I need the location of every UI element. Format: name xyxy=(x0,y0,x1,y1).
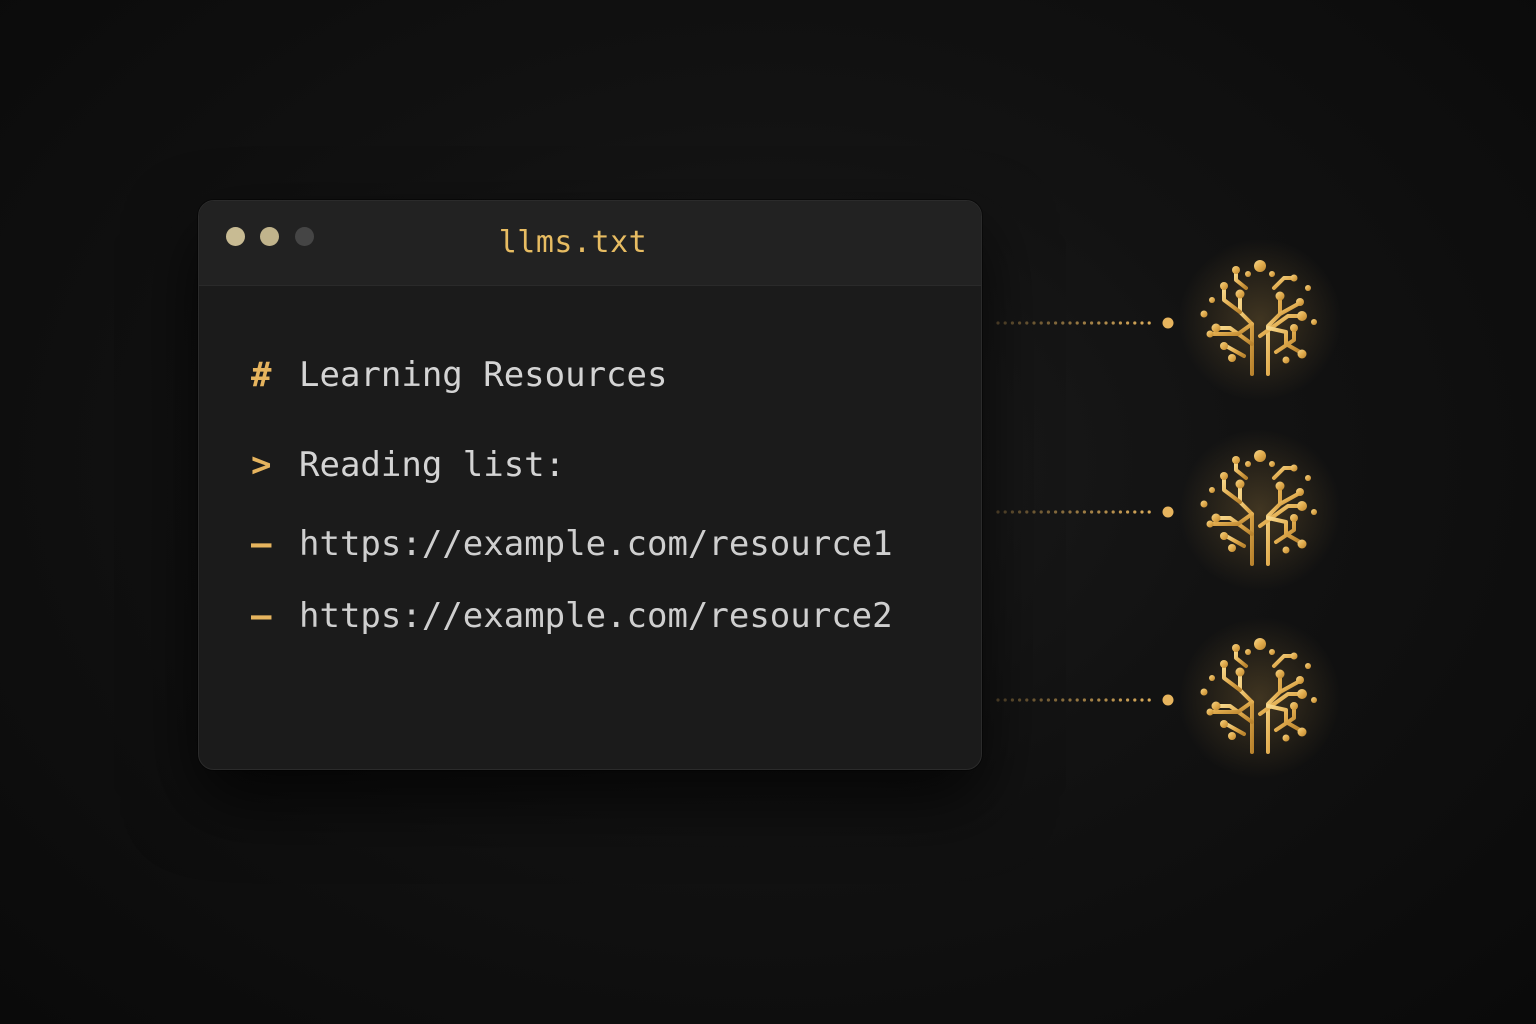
dotted-connector xyxy=(996,694,1174,706)
resource-link[interactable]: https://example.com/resource1 xyxy=(299,524,893,564)
connector-dot xyxy=(1039,698,1043,702)
connector-dot xyxy=(1018,698,1022,702)
connector-dot xyxy=(1097,510,1101,514)
connector-dot xyxy=(1133,321,1137,325)
connector-dot xyxy=(1104,698,1108,702)
connector-dot xyxy=(1061,321,1065,325)
connector-dot xyxy=(1097,698,1101,702)
connector-dot xyxy=(1003,698,1007,702)
connector-dot xyxy=(1025,321,1029,325)
connector-dot xyxy=(1097,321,1101,325)
list-item: – https://example.com/resource1 xyxy=(251,522,893,566)
connector-dot xyxy=(1147,321,1151,325)
connector-dot xyxy=(1046,698,1050,702)
circuit-brain-icon xyxy=(1198,448,1319,570)
connector-dot xyxy=(1147,698,1151,702)
connector-dot xyxy=(1061,698,1065,702)
connector-dot xyxy=(1133,698,1137,702)
connector-dot xyxy=(1025,510,1029,514)
dotted-connector xyxy=(996,317,1174,329)
connector-dot xyxy=(1061,510,1065,514)
connector-dot xyxy=(1003,321,1007,325)
connector-dot xyxy=(1082,510,1086,514)
connector-dot xyxy=(996,510,1000,514)
connector-dot xyxy=(1126,321,1130,325)
connector-dot xyxy=(1025,698,1029,702)
connector-dot xyxy=(1126,510,1130,514)
connector-dot xyxy=(1126,698,1130,702)
connector-dot xyxy=(1140,510,1144,514)
dotted-connector xyxy=(996,506,1174,518)
list-item: – https://example.com/resource2 xyxy=(251,594,893,638)
list-bullet: – xyxy=(251,596,272,636)
connector-dot xyxy=(1140,321,1144,325)
connector-dot xyxy=(1032,510,1036,514)
connector-dot xyxy=(1003,510,1007,514)
connector-dot xyxy=(1090,510,1094,514)
connector-dot xyxy=(1118,698,1122,702)
quote-marker: > xyxy=(251,445,272,485)
connector-dot xyxy=(1140,698,1144,702)
connector-dot xyxy=(996,321,1000,325)
connector-dot xyxy=(1054,698,1058,702)
connector-dot xyxy=(1082,321,1086,325)
heading-line: # Learning Resources xyxy=(251,353,667,397)
connector-dot xyxy=(996,698,1000,702)
connector-dot xyxy=(1046,510,1050,514)
connector-dot xyxy=(1075,321,1079,325)
connector-dot xyxy=(1046,321,1050,325)
connector-dot xyxy=(1104,321,1108,325)
editor-content: # Learning Resources > Reading list: – http… xyxy=(199,285,981,769)
connector-dot xyxy=(1104,510,1108,514)
connector-dot xyxy=(1111,698,1115,702)
quote-line: > Reading list: xyxy=(251,443,565,487)
connector-dot xyxy=(1111,510,1115,514)
quote-text: Reading list: xyxy=(299,445,566,485)
list-bullet: – xyxy=(251,524,272,564)
connector-dot xyxy=(1090,698,1094,702)
connector-dot xyxy=(1018,510,1022,514)
window-title: llms.txt xyxy=(498,225,648,260)
connector-dot xyxy=(1075,510,1079,514)
connector-dot xyxy=(1032,321,1036,325)
heading-text: Learning Resources xyxy=(299,355,668,395)
connector-dot xyxy=(1039,510,1043,514)
connector-dot xyxy=(1075,698,1079,702)
connector-dot xyxy=(1118,510,1122,514)
window-titlebar: llms.txt xyxy=(199,201,981,286)
connector-dot xyxy=(1082,698,1086,702)
resource-link[interactable]: https://example.com/resource2 xyxy=(299,596,893,636)
connector-dot xyxy=(1068,698,1072,702)
connector-dot xyxy=(1010,321,1014,325)
connector-dot xyxy=(1111,321,1115,325)
connector-dot xyxy=(1010,698,1014,702)
connector-dot xyxy=(1068,510,1072,514)
circuit-brain-icon xyxy=(1198,258,1319,380)
connector-dot xyxy=(1133,510,1137,514)
connector-dot xyxy=(1010,510,1014,514)
connector-dot xyxy=(1118,321,1122,325)
circuit-brain-icon xyxy=(1198,636,1319,758)
connector-dot xyxy=(1147,510,1151,514)
connector-dot xyxy=(1032,698,1036,702)
connector-dot xyxy=(1018,321,1022,325)
connector-dot xyxy=(1054,321,1058,325)
editor-window: llms.txt # Learning Resources > Reading li… xyxy=(198,200,982,770)
connector-dot xyxy=(1039,321,1043,325)
connector-dot xyxy=(1090,321,1094,325)
heading-marker: # xyxy=(251,355,272,395)
connector-dot xyxy=(1068,321,1072,325)
connector-dot xyxy=(1054,510,1058,514)
